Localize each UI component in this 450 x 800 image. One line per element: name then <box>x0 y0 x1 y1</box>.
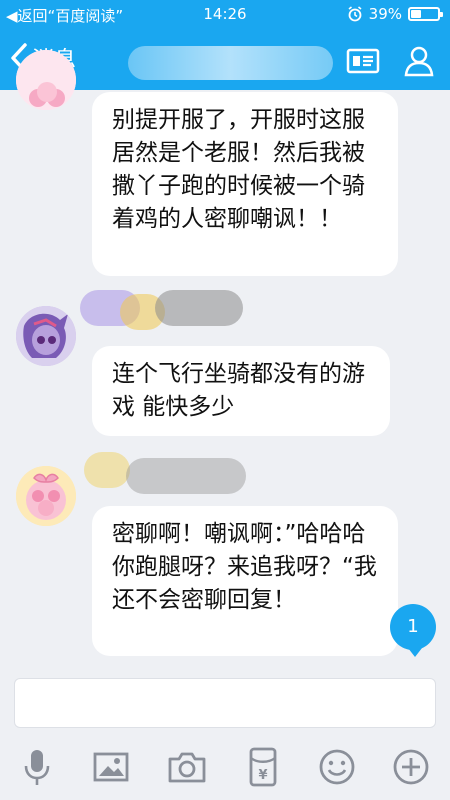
plus-icon[interactable] <box>390 746 432 788</box>
message-bubble[interactable]: 别提开服了，开服时这服居然是个老服！然后我被撒丫子跑的时候被一个骑着鸡的人密聊嘲… <box>92 92 398 276</box>
unread-badge[interactable]: 1 <box>390 604 436 657</box>
avatar-pink-pony[interactable] <box>16 466 76 526</box>
nickname-redacted <box>126 458 246 494</box>
message-bubble[interactable]: 密聊啊！嘲讽啊：”哈哈哈你跑腿呀？来追我呀？“我还不会密聊回复！ <box>92 506 398 656</box>
battery-icon <box>408 7 443 21</box>
message-text: 密聊啊！嘲讽啊：”哈哈哈你跑腿呀？来追我呀？“我还不会密聊回复！ <box>112 521 377 613</box>
status-right: 39% <box>347 5 443 23</box>
message-input[interactable] <box>14 678 436 728</box>
red-packet-icon[interactable]: ¥ <box>242 746 284 788</box>
emoji-icon[interactable] <box>316 746 358 788</box>
camera-icon[interactable] <box>166 746 208 788</box>
battery-percent: 39% <box>368 5 402 23</box>
message-text: 连个飞行坐骑都没有的游戏 能快多少 <box>112 361 365 420</box>
nickname-redacted <box>84 452 130 488</box>
nickname-redacted <box>155 290 243 326</box>
pink-pony-avatar-icon <box>16 466 76 526</box>
svg-text:¥: ¥ <box>258 768 267 783</box>
purple-pony-avatar-icon <box>16 306 76 366</box>
input-toolbar: ¥ <box>0 738 450 800</box>
pink-pony-avatar-icon <box>16 50 76 110</box>
message-bubble[interactable]: 连个飞行坐骑都没有的游戏 能快多少 <box>92 346 390 436</box>
avatar-pink-pony[interactable] <box>16 50 76 110</box>
avatar-purple-pony[interactable] <box>16 306 76 366</box>
group-members-icon[interactable] <box>402 44 436 78</box>
profile-card-icon[interactable] <box>346 44 380 78</box>
unread-count: 1 <box>407 616 419 637</box>
message-text: 别提开服了，开服时这服居然是个老服！然后我被撒丫子跑的时候被一个骑着鸡的人密聊嘲… <box>112 107 365 232</box>
chat-title-redacted <box>128 46 333 80</box>
alarm-icon <box>348 6 362 22</box>
battery-fill <box>411 10 422 18</box>
image-icon[interactable] <box>90 746 132 788</box>
status-bar: ◀返回“百度阅读” 14:26 39% <box>0 0 450 30</box>
microphone-icon[interactable] <box>16 746 58 788</box>
